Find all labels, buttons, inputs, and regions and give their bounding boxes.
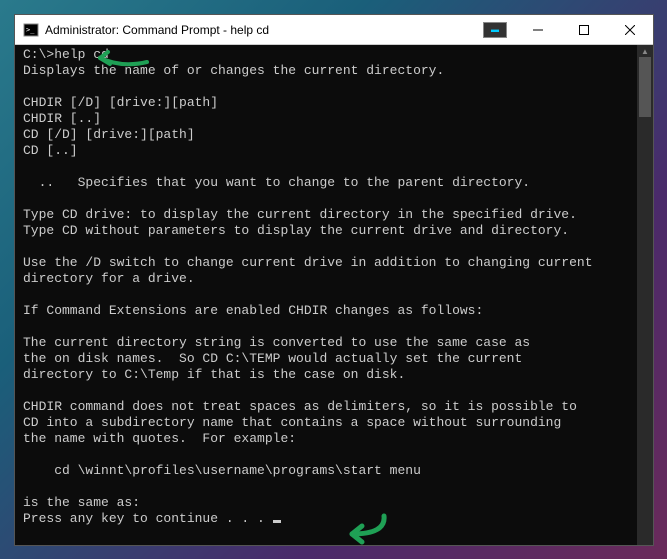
- command-prompt-window: >_ Administrator: Command Prompt - help …: [14, 14, 654, 546]
- output-line: CHDIR command does not treat spaces as d…: [23, 399, 577, 414]
- output-line: CD into a subdirectory name that contain…: [23, 415, 561, 430]
- command-text: help cd: [54, 47, 109, 62]
- scrollbar[interactable]: ▲: [637, 45, 653, 545]
- maximize-button[interactable]: [561, 15, 607, 45]
- output-line: .. Specifies that you want to change to …: [23, 175, 530, 190]
- output-line: directory for a drive.: [23, 271, 195, 286]
- output-line: the name with quotes. For example:: [23, 431, 296, 446]
- scrollbar-thumb[interactable]: [639, 57, 651, 117]
- output-line: CD [..]: [23, 143, 78, 158]
- titlebar-widget-icon[interactable]: ▬: [483, 22, 507, 38]
- terminal-output[interactable]: C:\>help cd Displays the name of or chan…: [15, 45, 653, 545]
- output-line: If Command Extensions are enabled CHDIR …: [23, 303, 483, 318]
- output-line: is the same as:: [23, 495, 140, 510]
- output-line: The current directory string is converte…: [23, 335, 530, 350]
- svg-text:>_: >_: [26, 26, 35, 34]
- window-controls: [515, 15, 653, 45]
- output-line: Type CD without parameters to display th…: [23, 223, 569, 238]
- output-line: Use the /D switch to change current driv…: [23, 255, 593, 270]
- output-line: Type CD drive: to display the current di…: [23, 207, 577, 222]
- cursor: [273, 520, 281, 523]
- window-title: Administrator: Command Prompt - help cd: [45, 23, 483, 37]
- close-button[interactable]: [607, 15, 653, 45]
- output-line: directory to C:\Temp if that is the case…: [23, 367, 405, 382]
- output-line: cd \winnt\profiles\username\programs\sta…: [23, 463, 421, 478]
- minimize-button[interactable]: [515, 15, 561, 45]
- titlebar[interactable]: >_ Administrator: Command Prompt - help …: [15, 15, 653, 45]
- output-line: CD [/D] [drive:][path]: [23, 127, 195, 142]
- output-line: the on disk names. So CD C:\TEMP would a…: [23, 351, 522, 366]
- scroll-up-icon[interactable]: ▲: [637, 45, 653, 57]
- output-line: CHDIR [..]: [23, 111, 101, 126]
- prompt: C:\>: [23, 47, 54, 62]
- cmd-icon: >_: [23, 22, 39, 38]
- output-line: CHDIR [/D] [drive:][path]: [23, 95, 218, 110]
- output-line: Displays the name of or changes the curr…: [23, 63, 444, 78]
- continue-prompt: Press any key to continue . . .: [23, 511, 273, 526]
